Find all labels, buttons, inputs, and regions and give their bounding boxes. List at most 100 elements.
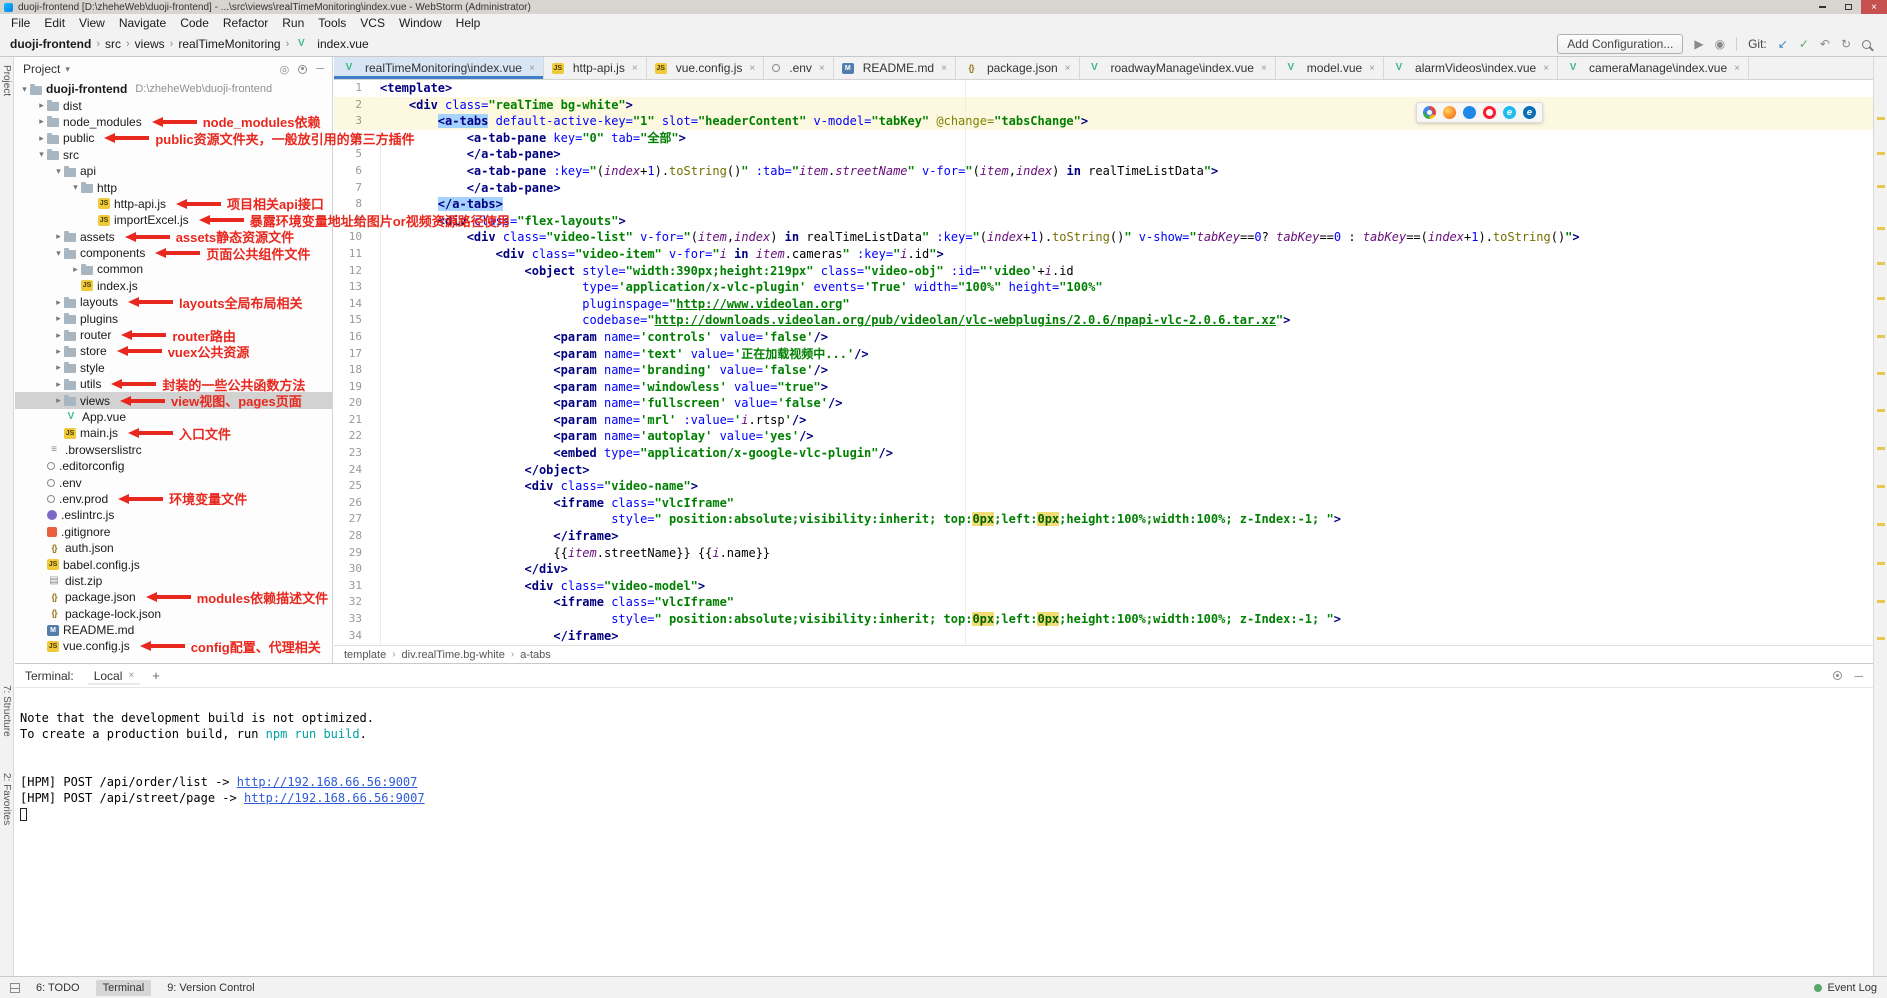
tree-row[interactable]: JSimportExcel.js暴露环境变量地址给图片or视频资源路径使用 [15, 212, 332, 228]
tree-row[interactable]: ▸layoutslayouts全局布局相关 [15, 294, 332, 310]
chevron-right-icon[interactable]: ▸ [36, 116, 47, 127]
chevron-right-icon[interactable]: ▸ [36, 133, 47, 144]
tree-row[interactable]: ▸storevuex公共资源 [15, 343, 332, 359]
chevron-down-icon[interactable]: ▾ [70, 182, 81, 193]
chevron-down-icon[interactable]: ▾ [19, 84, 30, 95]
terminal-tab-local[interactable]: Local × [88, 667, 141, 685]
chevron-right-icon[interactable]: ▸ [53, 330, 64, 341]
terminal-link[interactable]: http://192.168.66.56:9007 [244, 791, 425, 805]
tree-row[interactable]: ▸viewsview视图、pages页面 [15, 392, 332, 408]
tree-row[interactable]: ▸style [15, 360, 332, 376]
breadcrumb-item[interactable]: realTimeMonitoring [178, 37, 280, 51]
terminal-link[interactable]: http://192.168.66.56:9007 [237, 775, 418, 789]
breadcrumb-item[interactable]: div.realTime.bg-white [402, 649, 505, 661]
line-number[interactable]: 19 [334, 379, 368, 396]
editor-tab[interactable]: MREADME.md× [834, 57, 956, 79]
close-icon[interactable]: × [1543, 63, 1549, 74]
project-tool-button[interactable]: Project [1, 65, 12, 96]
chevron-down-icon[interactable]: ▾ [53, 248, 64, 259]
tree-row[interactable]: ▸dist [15, 97, 332, 113]
code-line[interactable]: 5 </a-tab-pane> [334, 146, 1873, 163]
chevron-right-icon[interactable]: ▸ [70, 264, 81, 275]
tree-row[interactable]: {}package-lock.json [15, 606, 332, 622]
code-line[interactable]: 19 <param name='windowless' value="true"… [334, 379, 1873, 396]
code-line[interactable]: 11 <div class="video-item" v-for="i in i… [334, 246, 1873, 263]
code-line[interactable]: 20 <param name='fullscreen' value='false… [334, 395, 1873, 412]
line-number[interactable]: 13 [334, 279, 368, 296]
run-icon[interactable]: ▶ [1694, 38, 1703, 50]
close-icon[interactable]: × [128, 670, 134, 681]
line-number[interactable]: 11 [334, 246, 368, 263]
gear-icon[interactable] [298, 65, 307, 74]
firefox-icon[interactable] [1443, 106, 1456, 119]
code-line[interactable]: 13 type='application/x-vlc-plugin' event… [334, 279, 1873, 296]
tree-row[interactable]: JSbabel.config.js [15, 556, 332, 572]
tree-row[interactable]: {}auth.json [15, 540, 332, 556]
tree-row[interactable]: ▸utils封装的一些公共函数方法 [15, 376, 332, 392]
git-rollback-icon[interactable]: ↶ [1820, 38, 1830, 50]
tree-row[interactable]: VApp.vue [15, 409, 332, 425]
tree-row[interactable]: JSindex.js [15, 278, 332, 294]
chevron-right-icon[interactable]: ▸ [53, 231, 64, 242]
ie-icon[interactable]: e [1503, 106, 1516, 119]
code-line[interactable]: 23 <embed type="application/x-google-vlc… [334, 445, 1873, 462]
breadcrumb-item[interactable]: views [135, 37, 165, 51]
tree-row[interactable]: ▸routerrouter路由 [15, 327, 332, 343]
line-number[interactable]: 33 [334, 611, 368, 628]
close-icon[interactable]: × [749, 63, 755, 74]
tree-row[interactable]: JSmain.js入口文件 [15, 425, 332, 441]
close-icon[interactable]: × [1065, 63, 1071, 74]
tree-row[interactable]: {}package.jsonmodules依赖描述文件 [15, 589, 332, 605]
line-number[interactable]: 34 [334, 628, 368, 645]
line-number[interactable]: 1 [334, 80, 368, 97]
code-line[interactable]: 8 </a-tabs> [334, 196, 1873, 213]
code-line[interactable]: 31 <div class="video-model"> [334, 578, 1873, 595]
project-panel-title[interactable]: Project [23, 62, 60, 76]
code-line[interactable]: 10 <div class="video-list" v-for="(item,… [334, 229, 1873, 246]
git-update-icon[interactable]: ↙ [1778, 38, 1788, 50]
breadcrumb-item[interactable]: a-tabs [520, 649, 551, 661]
toolwindow-switcher-icon[interactable] [10, 983, 20, 993]
tree-row[interactable]: .editorconfig [15, 458, 332, 474]
safari-icon[interactable] [1463, 106, 1476, 119]
menu-item-code[interactable]: Code [173, 16, 216, 30]
line-number[interactable]: 21 [334, 412, 368, 429]
tree-row[interactable]: MREADME.md [15, 622, 332, 638]
menu-item-help[interactable]: Help [449, 16, 488, 30]
minimize-button[interactable] [1809, 0, 1835, 14]
tree-row[interactable]: ▾components页面公共组件文件 [15, 245, 332, 261]
right-strip[interactable] [1873, 57, 1887, 976]
tree-row[interactable]: .eslintrc.js [15, 507, 332, 523]
code-line[interactable]: 16 <param name='controls' value='false'/… [334, 329, 1873, 346]
statusbar-item[interactable]: 6: TODO [36, 982, 80, 994]
line-number[interactable]: 15 [334, 312, 368, 329]
chevron-right-icon[interactable]: ▸ [53, 313, 64, 324]
chevron-right-icon[interactable]: ▸ [53, 395, 64, 406]
maximize-button[interactable] [1835, 0, 1861, 14]
line-number[interactable]: 24 [334, 462, 368, 479]
line-number[interactable]: 30 [334, 561, 368, 578]
code-line[interactable]: 7 </a-tab-pane> [334, 180, 1873, 197]
editor-tab[interactable]: .env× [764, 57, 834, 79]
chevron-right-icon[interactable]: ▸ [53, 379, 64, 390]
chevron-down-icon[interactable]: ▾ [36, 149, 47, 160]
add-configuration-button[interactable]: Add Configuration... [1557, 34, 1683, 54]
chevron-right-icon[interactable]: ▸ [36, 100, 47, 111]
code-line[interactable]: 29 {{item.streetName}} {{i.name}} [334, 545, 1873, 562]
line-number[interactable]: 17 [334, 346, 368, 363]
line-number[interactable]: 16 [334, 329, 368, 346]
code-editor[interactable]: 1<template>2 <div class="realTime bg-whi… [334, 80, 1873, 645]
close-button[interactable]: × [1861, 0, 1887, 14]
statusbar-item[interactable]: 9: Version Control [167, 982, 254, 994]
menu-item-run[interactable]: Run [275, 16, 311, 30]
code-line[interactable]: 12 <object style="width:390px;height:219… [334, 263, 1873, 280]
code-line[interactable]: 34 </iframe> [334, 628, 1873, 645]
menu-item-edit[interactable]: Edit [37, 16, 72, 30]
chevron-right-icon[interactable]: ▸ [53, 362, 64, 373]
editor-tab[interactable]: Vmodel.vue× [1276, 57, 1384, 79]
line-number[interactable]: 23 [334, 445, 368, 462]
code-line[interactable]: 33 style=" position:absolute;visibility:… [334, 611, 1873, 628]
breadcrumb-item[interactable]: src [105, 37, 121, 51]
close-icon[interactable]: × [819, 63, 825, 74]
editor-tab[interactable]: {}package.json× [956, 57, 1080, 79]
